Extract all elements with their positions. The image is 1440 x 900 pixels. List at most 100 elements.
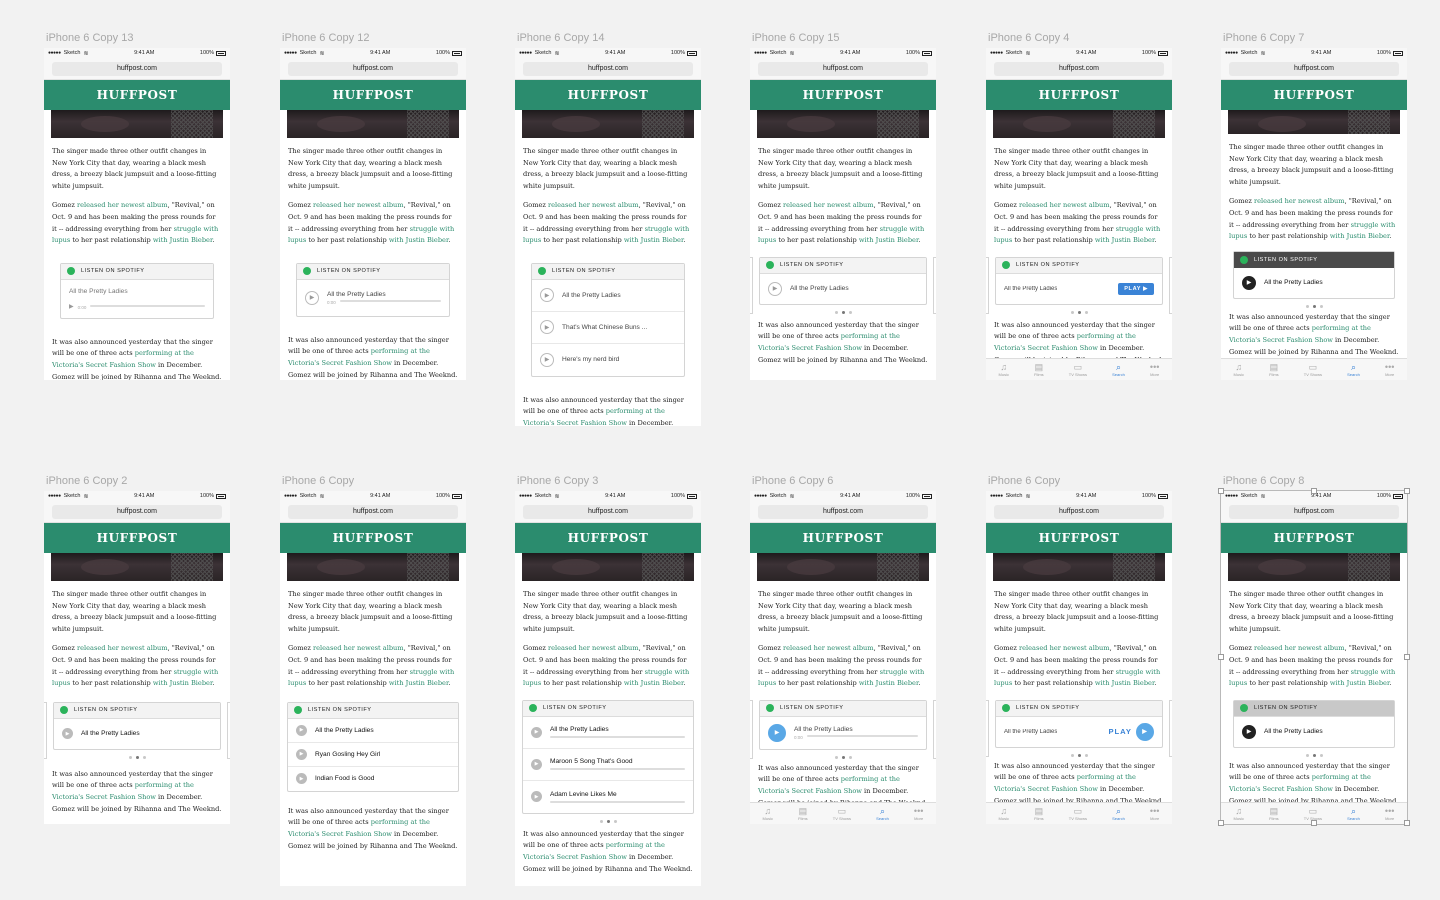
url-field[interactable]: huffpost.com	[994, 61, 1164, 76]
artboard-copy-4[interactable]: iPhone 6 Copy 4 ●●●●● Sketch ≋ 9:41 AM 100…	[986, 32, 1172, 380]
link-bieber[interactable]: with Justin Bieber	[389, 236, 449, 244]
artboard-label[interactable]: iPhone 6 Copy 12	[282, 32, 369, 44]
link-bieber[interactable]: with Justin Bieber	[859, 236, 919, 244]
link-album[interactable]: released her newest album	[77, 201, 168, 209]
artboard-label[interactable]: iPhone 6 Copy 13	[46, 32, 133, 44]
play-icon[interactable]: ▶	[69, 303, 74, 310]
resize-handle[interactable]	[1218, 488, 1224, 494]
url-field[interactable]: huffpost.com	[523, 504, 693, 519]
link-bieber[interactable]: with Justin Bieber	[624, 679, 684, 687]
artboard-copy-8[interactable]: iPhone 6 Copy 8 ●●●●● Sketch ≋ 9:41 AM 100…	[1218, 475, 1410, 826]
play-icon[interactable]: ▶	[768, 723, 786, 742]
track-item[interactable]: ▶ Adam Levine Likes Me	[523, 781, 693, 813]
spotify-carousel[interactable]: LISTEN ON SPOTIFY ▶ All the Pretty Ladies	[1221, 250, 1407, 308]
artboard-copy[interactable]: iPhone 6 Copy ●●●●● Sketch ≋ 9:41 AM 100% …	[280, 475, 466, 886]
artboard-label[interactable]: iPhone 6 Copy 4	[988, 32, 1069, 44]
play-icon[interactable]: ▶	[1242, 724, 1256, 739]
play-icon[interactable]: ▶	[531, 726, 542, 738]
url-bar[interactable]: huffpost.com	[280, 58, 466, 80]
artboard-label[interactable]: iPhone 6 Copy 6	[752, 475, 833, 487]
track-item[interactable]: ▶ All the Pretty Ladies 0:00	[297, 280, 449, 316]
tab-more[interactable]: ••• More	[1385, 806, 1394, 821]
link-album[interactable]: released her newest album	[77, 644, 168, 652]
track-item[interactable]: ▶ Ryan Gosling Hey Girl	[288, 743, 458, 767]
tab-music[interactable]: ♫ Music	[1234, 362, 1244, 377]
url-field[interactable]: huffpost.com	[288, 504, 458, 519]
artboard-label[interactable]: iPhone 6 Copy	[988, 475, 1060, 487]
tab-tv-shows[interactable]: ▭ TV Shows	[1069, 806, 1087, 821]
url-bar[interactable]: huffpost.com	[515, 58, 701, 80]
artboard-copy-b[interactable]: iPhone 6 Copy ●●●●● Sketch ≋ 9:41 AM 100% …	[986, 475, 1172, 824]
url-bar[interactable]: huffpost.com	[1221, 58, 1407, 80]
url-bar[interactable]: huffpost.com	[44, 501, 230, 523]
link-bieber[interactable]: with Justin Bieber	[624, 236, 684, 244]
spotify-widget[interactable]: LISTEN ON SPOTIFY ▶ All the Pretty Ladies…	[522, 699, 694, 814]
artboard-copy-7[interactable]: iPhone 6 Copy 7 ●●●●● Sketch ≋ 9:41 AM 100…	[1221, 32, 1407, 380]
tab-films[interactable]: ▤ Films	[798, 806, 808, 821]
link-album[interactable]: released her newest album	[1019, 201, 1110, 209]
track-item[interactable]: ▶ All the Pretty Ladies	[288, 719, 458, 743]
resize-handle[interactable]	[1218, 820, 1224, 826]
url-bar[interactable]: huffpost.com	[1221, 501, 1407, 523]
carousel-next-card[interactable]	[933, 256, 936, 314]
play-icon[interactable]: ▶	[296, 724, 307, 736]
resize-handle[interactable]	[1404, 488, 1410, 494]
progress-bar[interactable]	[550, 768, 685, 771]
link-album[interactable]: released her newest album	[313, 644, 404, 652]
track-item[interactable]: ▶ All the Pretty Ladies	[54, 719, 220, 749]
track-item[interactable]: ▶ All the Pretty Ladies	[760, 274, 926, 304]
spotify-carousel[interactable]: LISTEN ON SPOTIFY ▶ All the Pretty Ladies	[44, 701, 230, 759]
spotify-widget[interactable]: LISTEN ON SPOTIFY All the Pretty Ladies …	[60, 262, 214, 319]
resize-handle[interactable]	[1311, 488, 1317, 494]
play-icon[interactable]: ▶	[540, 288, 554, 303]
tab-films[interactable]: ▤ Films	[1034, 806, 1044, 821]
tab-tv-shows[interactable]: ▭ TV Shows	[1069, 362, 1087, 377]
resize-handle[interactable]	[1311, 820, 1317, 826]
page-indicator[interactable]	[1221, 753, 1407, 757]
url-bar[interactable]: huffpost.com	[44, 58, 230, 80]
artboard-label[interactable]: iPhone 6 Copy 8	[1223, 475, 1304, 487]
progress-bar[interactable]	[90, 305, 205, 308]
artboard-copy-14[interactable]: iPhone 6 Copy 14 ●●●●● Sketch ≋ 9:41 AM 10…	[515, 32, 701, 426]
track-item[interactable]: ▶ All the Pretty Ladies 0:00	[760, 717, 926, 749]
play-icon[interactable]: ▶	[296, 773, 307, 785]
track-item[interactable]: ▶ All the Pretty Ladies	[523, 717, 693, 749]
track-item[interactable]: ▶ All the Pretty Ladies	[532, 280, 684, 312]
link-album[interactable]: released her newest album	[548, 644, 639, 652]
url-field[interactable]: huffpost.com	[994, 504, 1164, 519]
track-item[interactable]: ▶ Indian Food is Good	[288, 767, 458, 791]
page-indicator[interactable]	[986, 753, 1172, 757]
page-indicator[interactable]	[750, 755, 936, 759]
spotify-carousel[interactable]: LISTEN ON SPOTIFY ▶ All the Pretty Ladies	[1221, 699, 1407, 757]
tab-tv-shows[interactable]: ▭ TV Shows	[1304, 362, 1322, 377]
url-field[interactable]: huffpost.com	[52, 61, 222, 76]
play-icon[interactable]: ▶	[531, 791, 542, 803]
tab-more[interactable]: ••• More	[914, 806, 923, 821]
artboard-copy-12[interactable]: iPhone 6 Copy 12 ●●●●● Sketch ≋ 9:41 AM 10…	[280, 32, 466, 380]
track-item[interactable]: ▶ Here's my nerd bird	[532, 344, 684, 376]
url-bar[interactable]: huffpost.com	[986, 501, 1172, 523]
artboard-copy-2[interactable]: iPhone 6 Copy 2 ●●●●● Sketch ≋ 9:41 AM 100…	[44, 475, 230, 824]
link-album[interactable]: released her newest album	[548, 201, 639, 209]
artboard-copy-3[interactable]: iPhone 6 Copy 3 ●●●●● Sketch ≋ 9:41 AM 100…	[515, 475, 701, 886]
tab-films[interactable]: ▤ Films	[1034, 362, 1044, 377]
carousel-prev-card[interactable]	[986, 256, 989, 314]
play-icon[interactable]: ▶	[296, 748, 307, 760]
tab-search[interactable]: ⌕ Search	[1347, 362, 1360, 377]
url-bar[interactable]: huffpost.com	[750, 58, 936, 80]
link-bieber[interactable]: with Justin Bieber	[1330, 232, 1390, 240]
spotify-carousel[interactable]: LISTEN ON SPOTIFY ▶ All the Pretty Ladies…	[750, 699, 936, 759]
tab-music[interactable]: ♫ Music	[999, 806, 1009, 821]
url-field[interactable]: huffpost.com	[52, 504, 222, 519]
play-button[interactable]: PLAY ▶	[1108, 722, 1154, 741]
artboard-label[interactable]: iPhone 6 Copy 7	[1223, 32, 1304, 44]
spotify-widget[interactable]: LISTEN ON SPOTIFY All the Pretty Ladies P…	[995, 256, 1163, 305]
url-field[interactable]: huffpost.com	[758, 61, 928, 76]
page-indicator[interactable]	[1221, 304, 1407, 308]
track-item[interactable]: All the Pretty Ladies PLAY ▶	[996, 717, 1162, 747]
url-bar[interactable]: huffpost.com	[280, 501, 466, 523]
resize-handle[interactable]	[1404, 820, 1410, 826]
play-icon[interactable]: ▶	[1136, 722, 1154, 741]
link-album[interactable]: released her newest album	[783, 201, 874, 209]
artboard-label[interactable]: iPhone 6 Copy 3	[517, 475, 598, 487]
